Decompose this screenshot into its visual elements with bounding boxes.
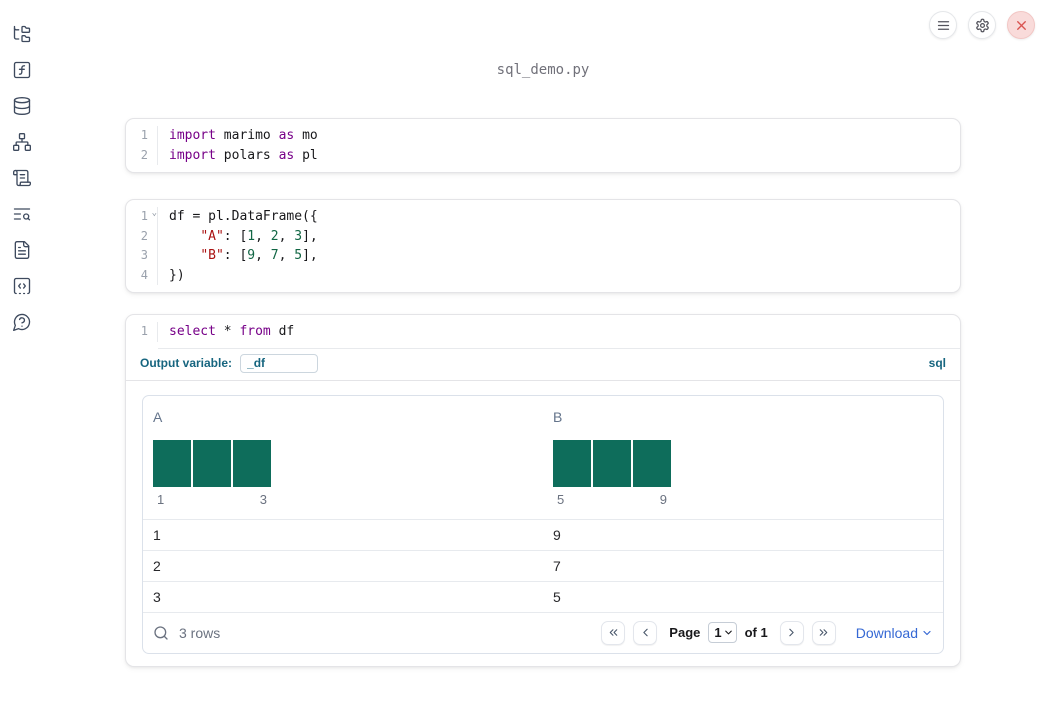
first-page-button[interactable] xyxy=(601,620,626,645)
histogram-bar xyxy=(553,439,591,487)
code-text: import polars as pl xyxy=(169,147,318,163)
scratchpad-icon[interactable] xyxy=(12,168,32,188)
output-variable-label: Output variable: xyxy=(140,356,233,370)
column-histogram xyxy=(553,439,933,487)
histogram-axis-labels: 59 xyxy=(557,491,667,507)
line-number: 4 xyxy=(126,265,158,285)
close-icon[interactable] xyxy=(1007,11,1035,39)
output-variable-row: Output variable: sql xyxy=(126,349,960,381)
search-icon[interactable] xyxy=(153,625,169,641)
fold-chevron-icon[interactable]: ⌄ xyxy=(152,204,157,224)
function-square-icon[interactable] xyxy=(12,60,32,80)
code-line: 2 import polars as pl xyxy=(126,145,960,165)
row-count: 3 rows xyxy=(179,624,221,641)
dataframe-table: A13B59 192735 3 rows Page 1 of 1 Downloa… xyxy=(142,394,944,654)
sql-editor[interactable]: 1 select * from df xyxy=(126,315,960,348)
code-cell-imports: 1 import marimo as mo 2 import polars as pl xyxy=(125,118,961,173)
chevron-down-icon xyxy=(724,630,732,635)
histogram-bar xyxy=(593,439,631,487)
line-number: 2 xyxy=(126,226,158,246)
table-cell: 7 xyxy=(553,557,561,574)
code-line: 2 "A": [1, 2, 3], xyxy=(126,226,960,246)
download-label: Download xyxy=(855,624,918,641)
table-cell: 2 xyxy=(153,557,161,574)
table-row: 35 xyxy=(143,580,943,612)
table-header: A 13 B 59 xyxy=(143,396,943,519)
last-page-button[interactable] xyxy=(811,620,836,645)
cell-output: A13B59 192735 3 rows Page 1 of 1 Downloa… xyxy=(126,381,960,666)
histogram-bar xyxy=(193,439,231,487)
code-text: df = pl.DataFrame({ xyxy=(169,209,318,224)
left-sidebar xyxy=(12,24,32,332)
page-number-select[interactable]: 1 xyxy=(708,622,737,643)
line-number: 1 xyxy=(126,126,158,146)
snippets-icon[interactable] xyxy=(12,276,32,296)
column-header-a: A 13 xyxy=(143,408,543,509)
code-line: 1 select * from df xyxy=(126,322,960,342)
table-cell: 5 xyxy=(553,588,561,605)
code-line: 3 "B": [9, 7, 5], xyxy=(126,246,960,266)
histogram-bar xyxy=(153,439,191,487)
dependency-graph-icon[interactable] xyxy=(12,132,32,152)
code-editor[interactable]: 1 ⌄ df = pl.DataFrame({2 "A": [1, 2, 3], 3 … xyxy=(126,200,960,292)
database-icon[interactable] xyxy=(12,96,32,116)
code-line: 1 ⌄ df = pl.DataFrame({ xyxy=(126,207,960,227)
notebook-main: sql_demo.py 1 import marimo as mo 2 import … xyxy=(125,0,961,667)
column-header-b: B 59 xyxy=(543,408,943,509)
next-page-button[interactable] xyxy=(779,620,804,645)
output-variable-input[interactable] xyxy=(240,353,319,373)
code-editor[interactable]: 1 import marimo as mo 2 import polars as pl xyxy=(126,119,960,172)
table-body: 192735 xyxy=(143,518,943,612)
code-text: import marimo as mo xyxy=(169,128,318,143)
column-name: A xyxy=(153,408,163,425)
page-number-value: 1 xyxy=(714,625,722,640)
table-row: 19 xyxy=(143,518,943,550)
table-cell: 3 xyxy=(153,588,161,605)
pagination: Page 1 of 1 Download xyxy=(601,620,933,645)
line-number: 1 xyxy=(126,322,158,342)
documentation-icon[interactable] xyxy=(12,240,32,260)
table-row: 27 xyxy=(143,549,943,581)
code-text: select * from df xyxy=(169,324,295,339)
histogram-bar xyxy=(233,439,271,487)
column-histogram xyxy=(153,439,533,487)
notebook-filename: sql_demo.py xyxy=(496,62,590,78)
download-button[interactable]: Download xyxy=(856,625,933,641)
column-name: B xyxy=(553,408,563,425)
sql-cell: 1 select * from df Output variable: sql A… xyxy=(125,314,961,667)
previous-page-button[interactable] xyxy=(633,620,658,645)
code-line: 1 import marimo as mo xyxy=(126,126,960,146)
logs-search-icon[interactable] xyxy=(12,204,32,224)
line-number: 3 xyxy=(126,246,158,266)
histogram-axis-labels: 13 xyxy=(157,491,267,507)
chevron-down-icon xyxy=(923,630,931,635)
page-label: Page xyxy=(669,625,701,640)
code-cell-dataframe: 1 ⌄ df = pl.DataFrame({2 "A": [1, 2, 3], 3 … xyxy=(125,199,961,293)
help-icon[interactable] xyxy=(12,312,32,332)
page-of-label: of 1 xyxy=(744,625,768,640)
code-text: "A": [1, 2, 3], xyxy=(200,228,318,244)
code-text: "B": [9, 7, 5], xyxy=(200,248,318,263)
table-cell: 9 xyxy=(553,526,561,543)
code-text: }) xyxy=(169,267,185,283)
language-badge: sql xyxy=(928,356,946,370)
table-footer: 3 rows Page 1 of 1 Download xyxy=(143,611,943,653)
gear-icon[interactable] xyxy=(968,11,996,39)
code-line: 4}) xyxy=(126,265,960,285)
table-cell: 1 xyxy=(153,526,161,543)
line-number: 1 ⌄ xyxy=(126,207,158,227)
histogram-bar xyxy=(633,439,671,487)
file-tree-icon[interactable] xyxy=(12,24,32,44)
line-number: 2 xyxy=(126,145,158,165)
